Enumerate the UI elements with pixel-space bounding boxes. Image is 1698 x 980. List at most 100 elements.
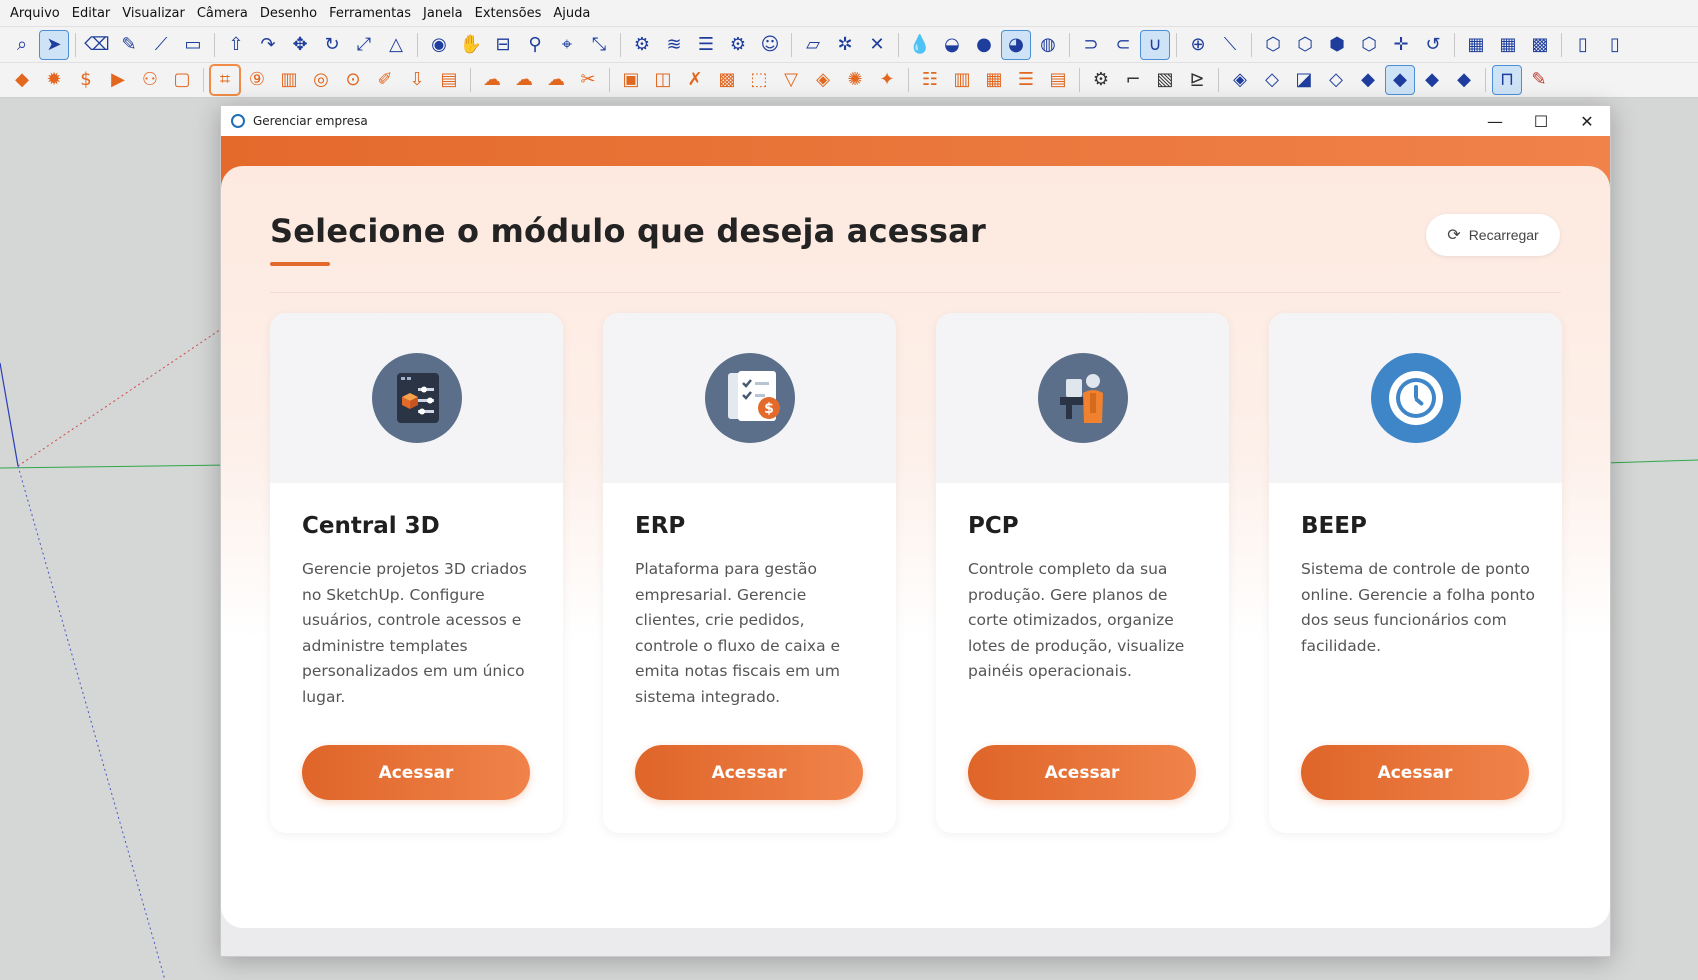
block-icon[interactable]: ◇	[1258, 66, 1286, 94]
cloud-icon[interactable]: ☁	[478, 66, 506, 94]
settings-icon[interactable]: ⚙	[1087, 66, 1115, 94]
block-icon[interactable]: ◆	[1354, 66, 1382, 94]
drop-icon[interactable]: ◍	[1034, 31, 1062, 59]
tools-icon[interactable]: ✂	[574, 66, 602, 94]
hexagon-icon[interactable]: ⬡	[1355, 31, 1383, 59]
cloud-sync-icon[interactable]: ☁	[510, 66, 538, 94]
cube-icon[interactable]: ◆	[8, 66, 36, 94]
mesh-icon[interactable]: ▦	[1494, 31, 1522, 59]
drop-icon[interactable]: ◕	[1001, 29, 1031, 60]
eraser-icon[interactable]: ⌫	[83, 31, 111, 59]
stack-icon[interactable]: ☰	[692, 31, 720, 59]
menu-arquivo[interactable]: Arquivo	[4, 6, 66, 21]
push-pull-icon[interactable]: ⇧	[222, 31, 250, 59]
block-icon[interactable]: ◆	[1450, 66, 1478, 94]
hexagon-icon[interactable]: ⬢	[1323, 31, 1351, 59]
scale-icon[interactable]: ⤢	[350, 31, 378, 59]
camera-icon[interactable]: ▩	[713, 66, 741, 94]
dialog-title-bar[interactable]: Gerenciar empresa — ☐ ✕	[221, 106, 1610, 136]
tape-measure-icon[interactable]: △	[382, 31, 410, 59]
cursor-icon[interactable]: ✦	[873, 66, 901, 94]
magnet-icon[interactable]: ∪	[1140, 29, 1170, 60]
section-plane-icon[interactable]: ⊟	[489, 31, 517, 59]
hexagon-icon[interactable]: ⬡	[1291, 31, 1319, 59]
brush-icon[interactable]: ✐	[371, 66, 399, 94]
look-around-icon[interactable]: ⌖	[553, 31, 581, 59]
edit-icon[interactable]: ✎	[1525, 66, 1553, 94]
rectangle-icon[interactable]: ▭	[179, 31, 207, 59]
download-icon[interactable]: ⇩	[403, 66, 431, 94]
funnel-icon[interactable]: ▽	[777, 66, 805, 94]
user-circle-icon[interactable]: ☺	[756, 31, 784, 59]
block-icon[interactable]: ◆	[1385, 65, 1415, 95]
hexagon-icon[interactable]: ⬡	[1259, 31, 1287, 59]
access-pcp-button[interactable]: Acessar	[968, 745, 1196, 800]
orbit-icon[interactable]: ◉	[425, 31, 453, 59]
follow-me-icon[interactable]: ↷	[254, 31, 282, 59]
drop-icon[interactable]: ◒	[938, 31, 966, 59]
connect-icon[interactable]: ⟍	[1216, 31, 1244, 59]
sofa-icon[interactable]: ⊓	[1492, 65, 1522, 95]
drop-icon[interactable]: 💧	[906, 31, 934, 59]
price-icon[interactable]: $	[72, 66, 100, 94]
access-erp-button[interactable]: Acessar	[635, 745, 863, 800]
line-icon[interactable]: ⟋	[147, 31, 175, 59]
tools-icon[interactable]: ✗	[681, 66, 709, 94]
folder-icon[interactable]: ▱	[799, 31, 827, 59]
menu-desenho[interactable]: Desenho	[254, 6, 323, 21]
grid-table-icon[interactable]: ▤	[1044, 66, 1072, 94]
block-icon[interactable]: ◇	[1322, 66, 1350, 94]
pan-icon[interactable]: ✋	[457, 31, 485, 59]
block-icon[interactable]: ⊵	[1183, 66, 1211, 94]
block-icon[interactable]: ▧	[1151, 66, 1179, 94]
magnet-icon[interactable]: ⊂	[1109, 31, 1137, 59]
grid-table-icon[interactable]: ▦	[980, 66, 1008, 94]
block-icon[interactable]: ◪	[1290, 66, 1318, 94]
layers-icon[interactable]: ≋	[660, 31, 688, 59]
gear-icon[interactable]: ✲	[831, 31, 859, 59]
grid-table-icon[interactable]: ▥	[948, 66, 976, 94]
maximize-button[interactable]: ☐	[1518, 106, 1564, 136]
play-icon[interactable]: ▶	[104, 66, 132, 94]
pencil-icon[interactable]: ✎	[115, 31, 143, 59]
select-icon[interactable]: ➤	[39, 29, 69, 60]
palette-icon[interactable]: ✺	[841, 66, 869, 94]
menu-visualizar[interactable]: Visualizar	[116, 6, 191, 21]
grid-icon[interactable]: ▥	[275, 66, 303, 94]
frame-icon[interactable]: ⌗	[209, 64, 241, 96]
block-icon[interactable]: ◈	[1226, 66, 1254, 94]
layers-icon[interactable]: ◈	[809, 66, 837, 94]
rotate90-icon[interactable]: ⑨	[243, 66, 271, 94]
block-icon[interactable]: ⌐	[1119, 66, 1147, 94]
cloud-icon[interactable]: ☁	[542, 66, 570, 94]
block-icon[interactable]: ◆	[1418, 66, 1446, 94]
target-icon[interactable]: ⊙	[339, 66, 367, 94]
menu-extensoes[interactable]: Extensões	[469, 6, 548, 21]
walk-icon[interactable]: ⚲	[521, 31, 549, 59]
reload-button[interactable]: ⟳ Recarregar	[1426, 214, 1560, 256]
chat-icon[interactable]: ▢	[168, 66, 196, 94]
menu-camera[interactable]: Câmera	[191, 6, 254, 21]
image-icon[interactable]: ◫	[649, 66, 677, 94]
document-icon[interactable]: ▯	[1601, 31, 1629, 59]
magnet-icon[interactable]: ⊃	[1077, 31, 1105, 59]
mesh-icon[interactable]: ▦	[1462, 31, 1490, 59]
menu-editar[interactable]: Editar	[66, 6, 117, 21]
eye-icon[interactable]: ◎	[307, 66, 335, 94]
close-button[interactable]: ✕	[1564, 106, 1610, 136]
image-icon[interactable]: ▣	[617, 66, 645, 94]
menu-ajuda[interactable]: Ajuda	[547, 6, 596, 21]
gear-icon[interactable]: ⚙	[724, 31, 752, 59]
menu-janela[interactable]: Janela	[417, 6, 469, 21]
grid-table-icon[interactable]: ☷	[916, 66, 944, 94]
access-beep-button[interactable]: Acessar	[1301, 745, 1529, 800]
move-icon[interactable]: ✥	[286, 31, 314, 59]
zoom-icon[interactable]: ⌕	[8, 31, 36, 59]
minimize-button[interactable]: —	[1472, 106, 1518, 136]
rotate-icon[interactable]: ↻	[318, 31, 346, 59]
box-icon[interactable]: ⬚	[745, 66, 773, 94]
menu-ferramentas[interactable]: Ferramentas	[323, 6, 417, 21]
zoom-extents-icon[interactable]: ⤡	[585, 31, 613, 59]
gear-icon[interactable]: ✹	[40, 66, 68, 94]
clipboard-icon[interactable]: ▤	[435, 66, 463, 94]
